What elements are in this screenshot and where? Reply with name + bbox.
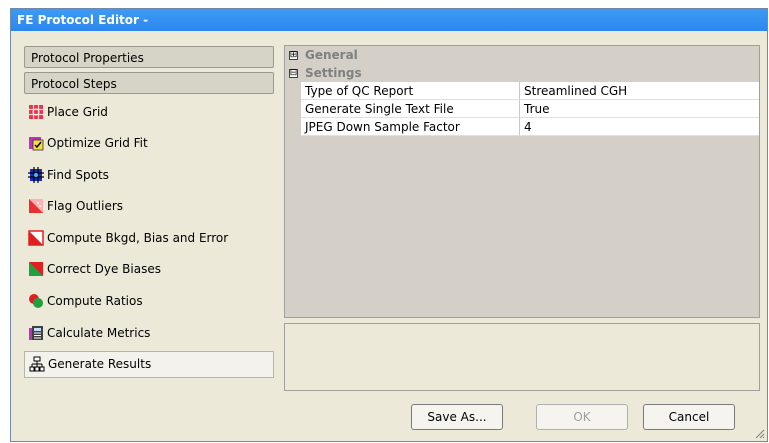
place-grid-icon (29, 104, 43, 119)
tab-protocol-steps[interactable]: Protocol Steps (24, 72, 274, 94)
find-spots-icon (28, 166, 44, 183)
step-label: Calculate Metrics (47, 325, 151, 340)
compute-bkgd-icon (28, 230, 44, 246)
step-optimize-grid-fit[interactable]: Optimize Grid Fit (24, 130, 274, 157)
calculate-metrics-icon (29, 325, 43, 340)
row-gutter (285, 118, 301, 136)
step-label: Find Spots (47, 167, 109, 182)
category-settings[interactable]: ⊟ Settings (285, 64, 759, 82)
step-calculate-metrics[interactable]: Calculate Metrics (24, 319, 274, 346)
protocol-steps-list: Place Grid Optimize Grid Fit Find Spots … (24, 98, 274, 378)
tab-protocol-properties[interactable]: Protocol Properties (24, 46, 274, 68)
protocol-editor-window: FE Protocol Editor - Protocol Properties… (10, 8, 768, 442)
property-name: Type of QC Report (301, 82, 520, 100)
property-value[interactable]: 4 (520, 118, 759, 136)
correct-dye-biases-icon (29, 262, 43, 277)
step-flag-outliers[interactable]: Flag Outliers (24, 193, 274, 220)
step-label: Generate Results (48, 357, 152, 372)
category-label: General (305, 48, 358, 62)
step-label: Flag Outliers (47, 199, 124, 214)
category-general[interactable]: ⊞ General (285, 46, 759, 64)
row-gutter (285, 82, 301, 100)
optimize-grid-fit-icon (29, 137, 44, 151)
property-row[interactable]: Type of QC Report Streamlined CGH (285, 82, 759, 100)
window-title: FE Protocol Editor - (11, 9, 767, 31)
step-compute-bkgd-bias-error[interactable]: Compute Bkgd, Bias and Error (24, 224, 274, 251)
row-gutter (285, 100, 301, 118)
property-name: JPEG Down Sample Factor (301, 118, 520, 136)
property-row[interactable]: JPEG Down Sample Factor 4 (285, 118, 759, 136)
step-compute-ratios[interactable]: Compute Ratios (24, 288, 274, 315)
description-panel (284, 323, 760, 391)
step-label: Compute Ratios (47, 294, 143, 309)
property-value[interactable]: Streamlined CGH (520, 82, 759, 100)
property-grid: ⊞ General ⊟ Settings Type of QC Report S… (284, 45, 760, 318)
step-label: Compute Bkgd, Bias and Error (47, 230, 229, 245)
property-row[interactable]: Generate Single Text File True (285, 100, 759, 118)
generate-results-icon (29, 356, 45, 372)
compute-ratios-icon (29, 294, 43, 309)
expand-icon[interactable]: ⊞ (289, 50, 298, 60)
left-panel: Protocol Properties Protocol Steps Place… (24, 46, 274, 382)
save-as-button[interactable]: Save As... (411, 404, 503, 430)
step-generate-results[interactable]: Generate Results (24, 350, 274, 378)
ok-button[interactable]: OK (536, 404, 628, 430)
step-find-spots[interactable]: Find Spots (24, 161, 274, 188)
category-label: Settings (305, 66, 362, 80)
step-correct-dye-biases[interactable]: Correct Dye Biases (24, 256, 274, 283)
resize-grip-icon[interactable] (753, 427, 765, 439)
step-place-grid[interactable]: Place Grid (24, 98, 274, 125)
cancel-button[interactable]: Cancel (643, 404, 735, 430)
collapse-icon[interactable]: ⊟ (289, 68, 298, 78)
flag-outliers-icon (29, 199, 43, 214)
step-label: Place Grid (47, 104, 108, 119)
grid-empty-area (285, 136, 759, 317)
step-label: Correct Dye Biases (47, 262, 161, 277)
property-name: Generate Single Text File (301, 100, 520, 118)
property-value[interactable]: True (520, 100, 759, 118)
step-label: Optimize Grid Fit (47, 136, 148, 151)
